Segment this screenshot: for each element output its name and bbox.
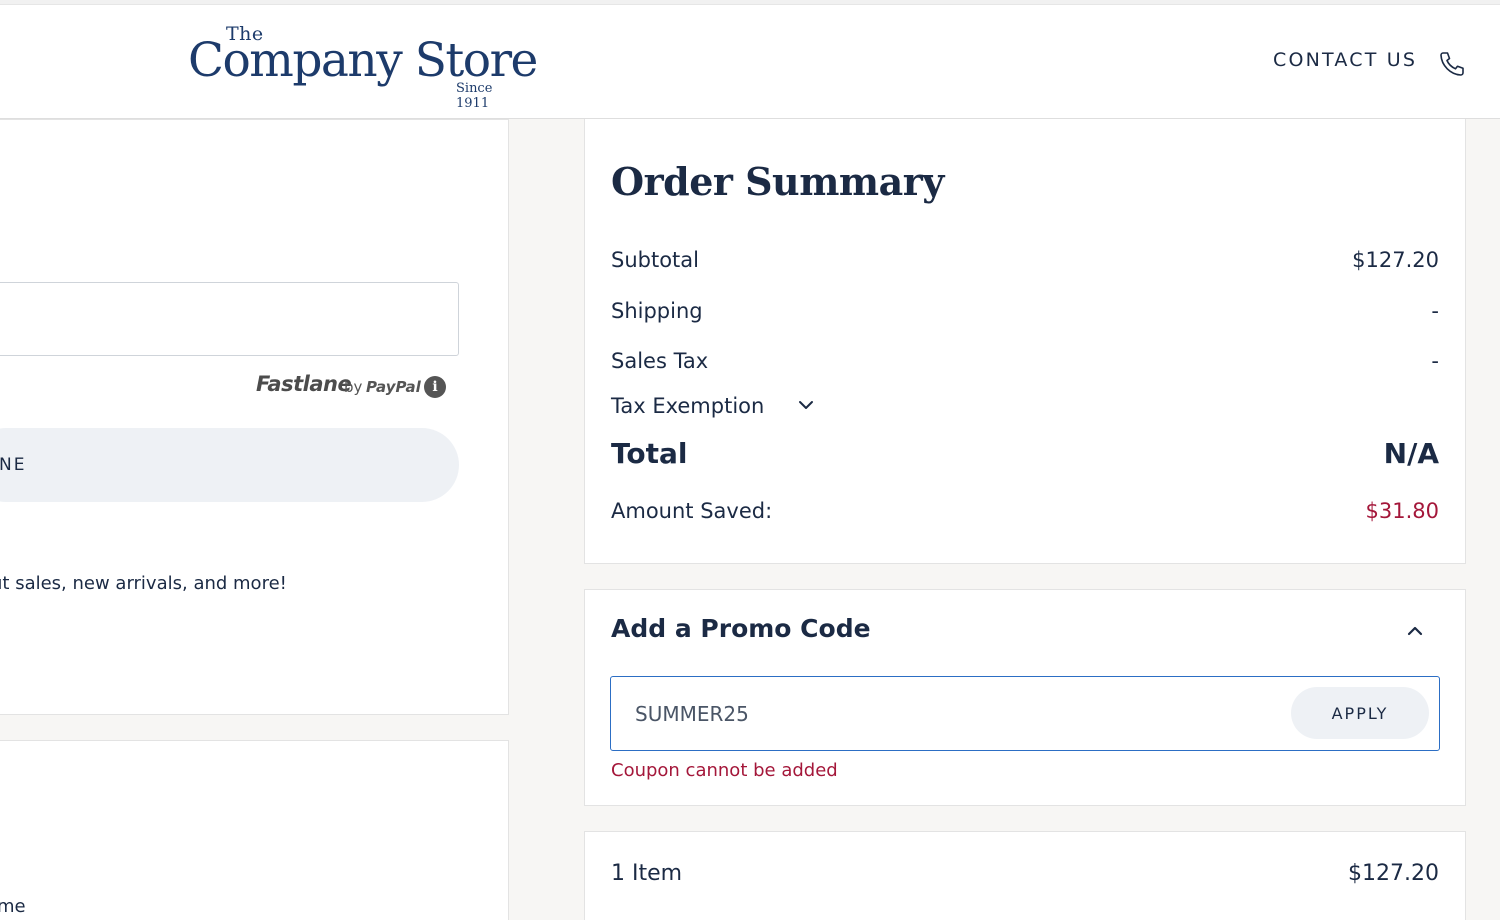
continue-button[interactable]: NE bbox=[0, 428, 459, 502]
site-header: The Company Store Since 1911 CONTACT US bbox=[0, 5, 1500, 119]
apply-button[interactable]: APPLY bbox=[1291, 687, 1429, 739]
promo-code-field: APPLY bbox=[610, 676, 1440, 751]
promo-code-panel: Add a Promo Code APPLY Coupon cannot be … bbox=[584, 589, 1466, 806]
sales-tax-value: - bbox=[1431, 349, 1439, 373]
shipping-value: - bbox=[1431, 299, 1439, 323]
partial-text: me bbox=[0, 896, 26, 917]
contact-us-link[interactable]: CONTACT US bbox=[1273, 49, 1417, 71]
item-count-label[interactable]: 1 Item bbox=[611, 861, 682, 886]
promo-code-title[interactable]: Add a Promo Code bbox=[611, 614, 871, 643]
total-value: N/A bbox=[1383, 437, 1439, 470]
subtotal-label: Subtotal bbox=[611, 248, 699, 272]
chevron-down-icon[interactable] bbox=[797, 396, 815, 414]
company-store-logo[interactable]: The Company Store Since 1911 bbox=[188, 23, 538, 111]
promo-code-input[interactable] bbox=[635, 699, 1235, 729]
fastlane-paypal: PayPal bbox=[366, 378, 421, 396]
fastlane-by: by bbox=[344, 378, 363, 396]
continue-button-label: NE bbox=[0, 455, 27, 475]
logo-wordmark: Company Store bbox=[188, 33, 538, 88]
order-summary-title: Order Summary bbox=[611, 159, 944, 204]
chevron-up-icon[interactable] bbox=[1404, 620, 1426, 642]
subtotal-value: $127.20 bbox=[1352, 248, 1439, 272]
phone-icon[interactable] bbox=[1437, 49, 1467, 79]
tax-exemption-toggle[interactable]: Tax Exemption bbox=[611, 394, 764, 418]
logo-since: Since 1911 bbox=[456, 81, 493, 111]
fastlane-brand: Fastlane bbox=[256, 372, 352, 396]
shipping-label: Shipping bbox=[611, 299, 703, 323]
checkout-next-panel: me bbox=[0, 740, 509, 920]
email-field[interactable] bbox=[0, 282, 459, 356]
items-panel: 1 Item $127.20 bbox=[584, 831, 1466, 920]
checkout-contact-panel: Fastlane by PayPal i NE ut sales, new ar… bbox=[0, 119, 509, 715]
newsletter-text: ut sales, new arrivals, and more! bbox=[0, 573, 287, 594]
coupon-error-message: Coupon cannot be added bbox=[611, 760, 838, 781]
sales-tax-label: Sales Tax bbox=[611, 349, 709, 373]
order-summary-panel: Order Summary Subtotal $127.20 Shipping … bbox=[584, 119, 1466, 564]
info-icon[interactable]: i bbox=[424, 376, 446, 398]
amount-saved-label: Amount Saved: bbox=[611, 499, 773, 523]
amount-saved-value: $31.80 bbox=[1365, 499, 1439, 523]
total-label: Total bbox=[611, 437, 688, 470]
items-total-value: $127.20 bbox=[1348, 861, 1439, 886]
